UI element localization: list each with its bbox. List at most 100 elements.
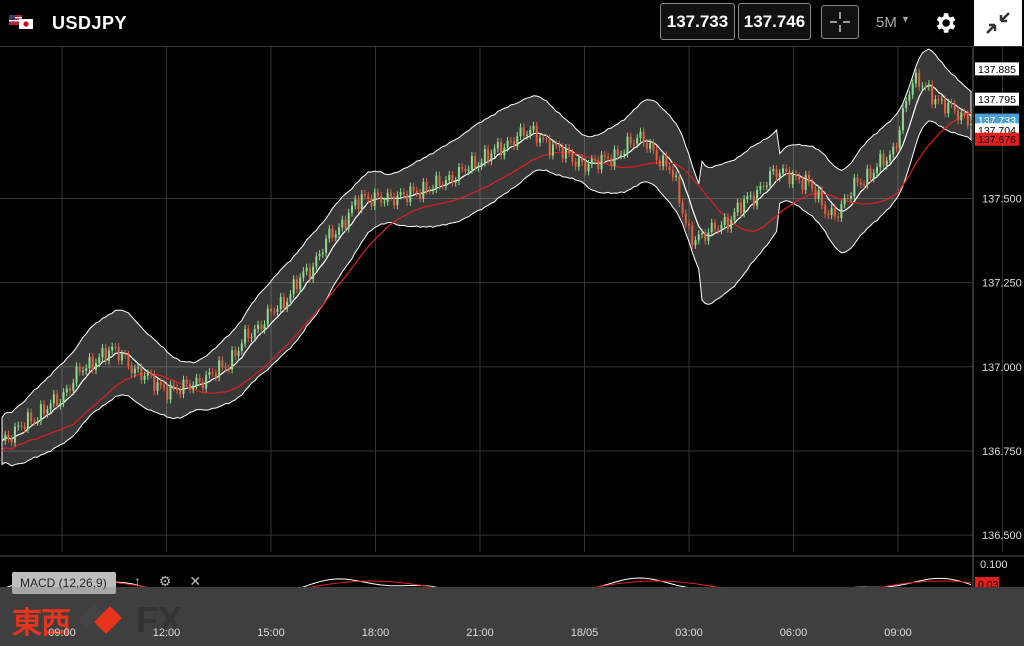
candle-body xyxy=(143,375,146,380)
candle-body xyxy=(963,112,966,115)
candle-body xyxy=(376,192,379,197)
candle-body xyxy=(305,267,308,272)
candle-body xyxy=(179,390,182,395)
candle-body xyxy=(584,161,587,172)
candle-body xyxy=(224,366,227,369)
candle-body xyxy=(532,125,535,130)
candle-body xyxy=(645,142,648,149)
candle-body xyxy=(334,234,337,238)
candle-body xyxy=(701,233,704,235)
collapse-button[interactable] xyxy=(974,0,1022,46)
gear-icon[interactable] xyxy=(932,10,958,36)
candle-body xyxy=(551,144,554,156)
candle-body xyxy=(146,373,149,376)
candle-body xyxy=(140,367,143,380)
crosshair-button[interactable] xyxy=(821,5,859,39)
candle-body xyxy=(710,222,713,233)
candle-body xyxy=(124,354,127,356)
price-badge-label: 137.885 xyxy=(978,64,1016,76)
candle-body xyxy=(957,110,960,121)
candle-body xyxy=(328,228,331,239)
crosshair-icon xyxy=(830,12,850,32)
bid-price-button[interactable]: 137.733 xyxy=(660,3,735,40)
candle-body xyxy=(950,102,953,104)
candle-body xyxy=(655,149,658,161)
candle-body xyxy=(921,86,924,88)
candle-body xyxy=(150,373,153,375)
candle-body xyxy=(616,149,619,156)
candle-body xyxy=(629,136,632,144)
candle-body xyxy=(558,145,561,148)
candle-body xyxy=(208,372,211,375)
candle-body xyxy=(594,159,597,161)
candle-body xyxy=(7,434,10,439)
candle-body xyxy=(613,149,616,166)
candle-body xyxy=(513,141,516,147)
time-tick-label: 06:00 xyxy=(779,627,808,639)
candle-body xyxy=(120,354,123,361)
candle-body xyxy=(519,127,522,137)
candle-body xyxy=(639,131,642,139)
candle-body xyxy=(600,154,603,170)
candle-body xyxy=(739,202,742,214)
candle-body xyxy=(399,192,402,196)
candle-body xyxy=(555,144,558,146)
candle-body xyxy=(665,155,668,167)
candle-body xyxy=(791,174,794,185)
candle-body xyxy=(723,217,726,225)
candle-body xyxy=(898,130,901,148)
candle-body xyxy=(276,309,279,312)
candle-body xyxy=(396,195,399,206)
candle-body xyxy=(872,172,875,179)
candle-body xyxy=(412,186,415,191)
candle-body xyxy=(914,72,917,84)
candle-body xyxy=(966,114,969,126)
candle-body xyxy=(733,212,736,220)
macd-badge-label: 0.03 xyxy=(978,579,999,587)
candle-body xyxy=(4,434,7,441)
candle-body xyxy=(72,382,75,391)
candle-body xyxy=(574,161,577,167)
candle-body xyxy=(331,228,334,238)
candle-body xyxy=(39,404,42,422)
candle-body xyxy=(198,377,201,383)
candle-body xyxy=(678,175,681,203)
ask-price-button[interactable]: 137.746 xyxy=(738,3,811,40)
candle-body xyxy=(357,199,360,210)
candle-body xyxy=(671,170,674,178)
candle-body xyxy=(383,201,386,203)
candle-body xyxy=(474,156,477,168)
candle-body xyxy=(17,425,20,427)
candle-body xyxy=(483,149,486,163)
candle-body xyxy=(188,383,191,390)
candle-body xyxy=(432,188,435,191)
candle-body xyxy=(548,138,551,156)
candle-body xyxy=(535,125,538,143)
candle-body xyxy=(467,169,470,172)
candle-body xyxy=(619,154,622,156)
candle-body xyxy=(788,171,791,185)
candle-body xyxy=(370,198,373,206)
candle-body xyxy=(133,368,136,374)
candle-body xyxy=(827,213,830,216)
candle-body xyxy=(30,412,33,422)
price-chart[interactable]: 137.500 137.250 137.000 136.750 136.500 137.8… xyxy=(0,47,1024,587)
candle-body xyxy=(911,83,914,95)
candle-body xyxy=(169,384,172,400)
candle-body xyxy=(642,131,645,143)
candle-body xyxy=(762,185,765,187)
candle-body xyxy=(587,164,590,172)
candle-body xyxy=(888,154,891,161)
timeframe-selector[interactable]: 5M ▼ xyxy=(876,14,910,31)
candle-body xyxy=(156,382,159,392)
candle-body xyxy=(571,152,574,162)
candle-body xyxy=(940,99,943,101)
candle-body xyxy=(308,267,311,280)
candle-body xyxy=(52,394,55,404)
candle-body xyxy=(807,174,810,183)
candle-body xyxy=(658,160,661,167)
price-badge-label: 137.676 xyxy=(978,134,1016,146)
candle-body xyxy=(811,182,814,189)
candle-body xyxy=(117,347,120,361)
candle-body xyxy=(444,180,447,187)
